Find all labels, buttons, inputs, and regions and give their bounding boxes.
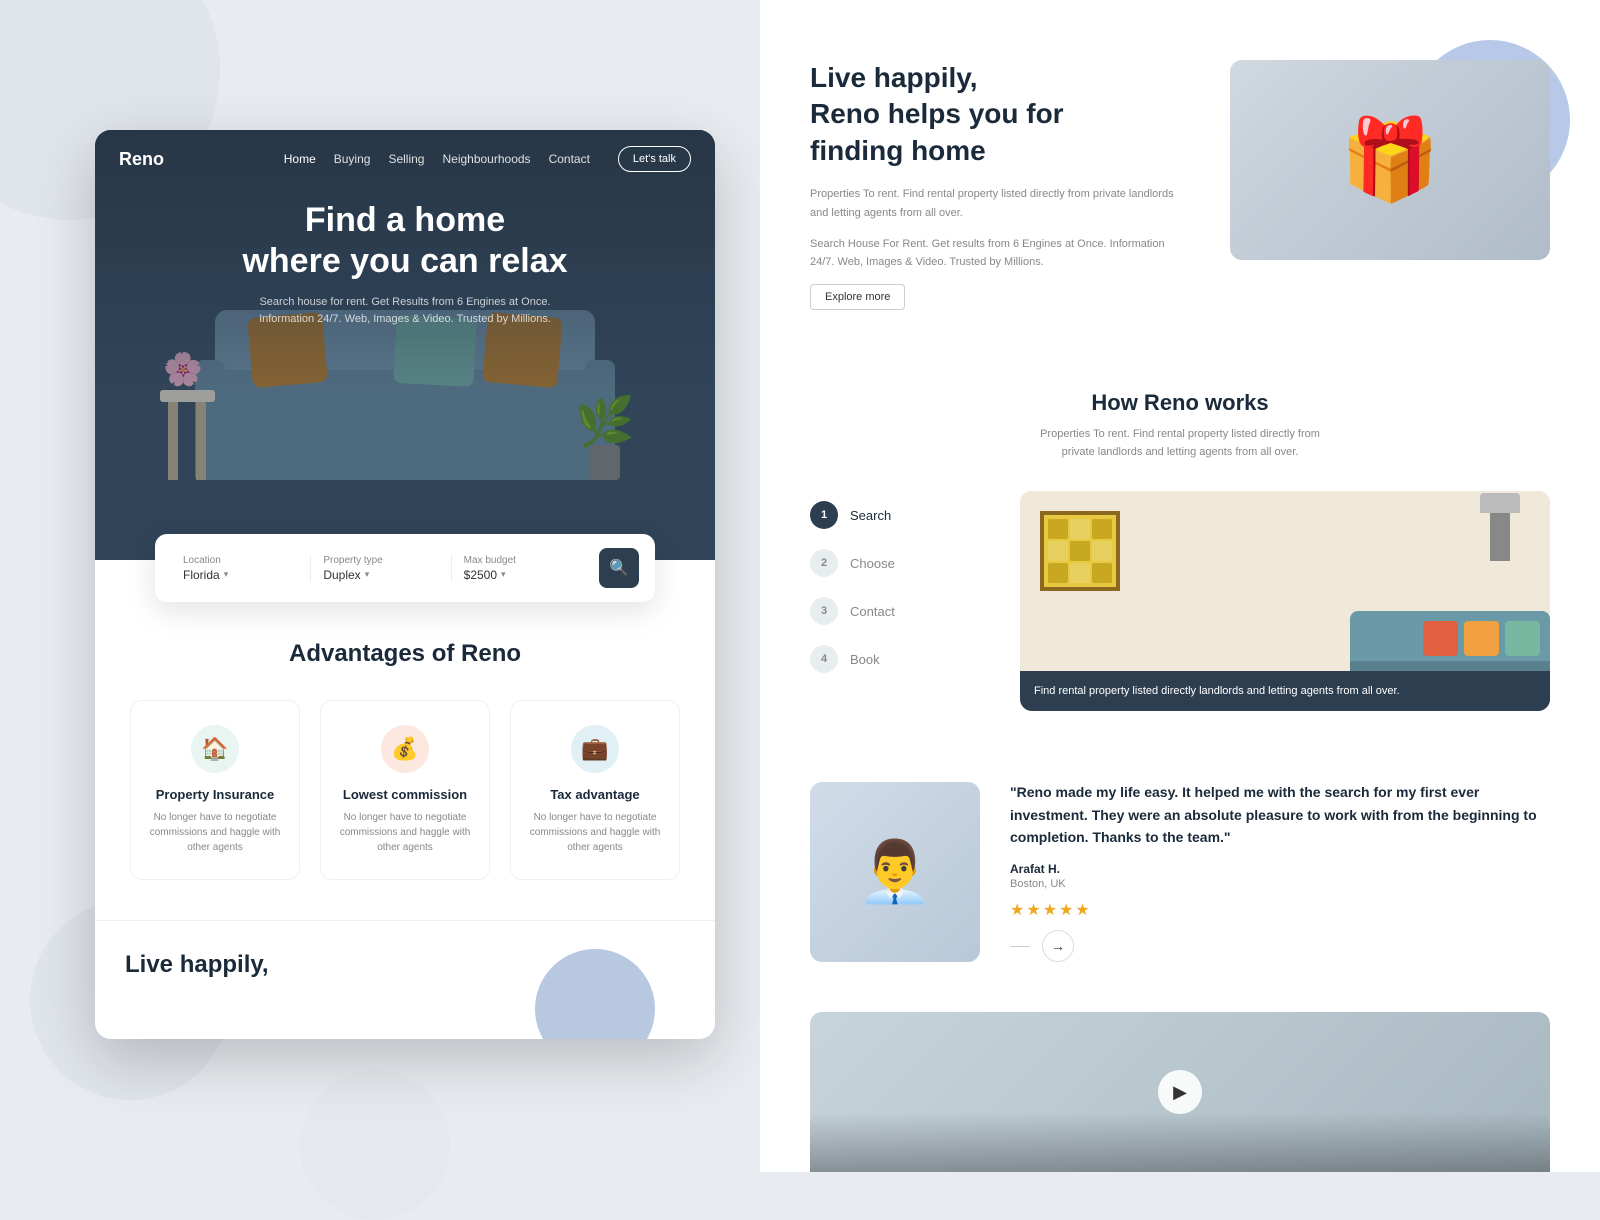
advantage-insurance: 🏠 Property Insurance No longer have to n…	[130, 700, 300, 880]
left-panel: 🌸 Reno Home Buying Selling Neighbourhood…	[95, 130, 715, 1039]
testimonial-nav: →	[1010, 930, 1550, 962]
play-button[interactable]: ▶	[1158, 1070, 1202, 1114]
live-happily-para1: Properties To rent. Find rental property…	[810, 185, 1190, 222]
hero-person-image: 🎁	[1230, 60, 1550, 260]
room-caption: Find rental property listed directly lan…	[1020, 671, 1550, 712]
how-works-section: How Reno works Properties To rent. Find …	[760, 350, 1600, 751]
search-button[interactable]: 🔍	[599, 548, 639, 588]
step-4-num: 4	[810, 645, 838, 673]
live-happily-section: Live happily, Reno helps you for finding…	[760, 0, 1600, 350]
live-happily-title: Live happily, Reno helps you for finding…	[810, 60, 1190, 169]
property-label: Property type	[323, 555, 438, 566]
testimonial-text: "Reno made my life easy. It helped me wi…	[1010, 781, 1550, 962]
nav-neighbourhoods[interactable]: Neighbourhoods	[442, 152, 530, 166]
nav-links: Home Buying Selling Neighbourhoods Conta…	[284, 146, 691, 172]
step-3[interactable]: 3 Contact	[810, 587, 990, 635]
how-works-desc: Properties To rent. Find rental property…	[1030, 426, 1330, 461]
nav-line-divider	[1010, 946, 1030, 947]
bottom-image-section: ▶	[760, 992, 1600, 1172]
property-value[interactable]: Duplex ▾	[323, 568, 438, 582]
property-type-field[interactable]: Property type Duplex ▾	[311, 555, 451, 582]
commission-name: Lowest commission	[337, 787, 473, 802]
advantages-grid: 🏠 Property Insurance No longer have to n…	[125, 700, 685, 880]
step-3-num: 3	[810, 597, 838, 625]
nav-selling[interactable]: Selling	[388, 152, 424, 166]
advantage-tax: 💼 Tax advantage No longer have to negoti…	[510, 700, 680, 880]
testimonial-next-button[interactable]: →	[1042, 930, 1074, 962]
brand-logo: Reno	[119, 149, 164, 170]
explore-more-button[interactable]: Explore more	[810, 284, 905, 310]
advantages-title: Advantages of Reno	[125, 640, 685, 668]
nav-buying[interactable]: Buying	[334, 152, 371, 166]
commission-desc: No longer have to negotiate commissions …	[337, 810, 473, 855]
step-1[interactable]: 1 Search	[810, 491, 990, 539]
how-works-content: 1 Search 2 Choose 3 Contact 4 Book	[810, 491, 1550, 711]
navbar: Reno Home Buying Selling Neighbourhoods …	[95, 130, 715, 188]
how-works-title: How Reno works	[810, 390, 1550, 416]
step-2-label: Choose	[850, 556, 895, 571]
tax-icon: 💼	[571, 725, 619, 773]
lets-talk-button[interactable]: Let's talk	[618, 146, 691, 172]
hero-subtitle: Search house for rent. Get Results from …	[235, 294, 575, 329]
budget-value[interactable]: $2500 ▾	[464, 568, 579, 582]
step-4[interactable]: 4 Book	[810, 635, 990, 683]
testimonial-section: 👨‍💼 "Reno made my life easy. It helped m…	[760, 751, 1600, 992]
hero-image-container: 🎁	[1230, 60, 1550, 260]
hero-title: Find a home where you can relax	[95, 200, 715, 282]
tax-name: Tax advantage	[527, 787, 663, 802]
location-field[interactable]: Location Florida ▾	[171, 555, 311, 582]
budget-chevron-icon: ▾	[501, 569, 506, 580]
step-1-label: Search	[850, 508, 891, 523]
steps-list: 1 Search 2 Choose 3 Contact 4 Book	[810, 491, 990, 683]
hero-section: 🌸 Reno Home Buying Selling Neighbourhood…	[95, 130, 715, 560]
location-value[interactable]: Florida ▾	[183, 568, 298, 582]
testimonial-location: Boston, UK	[1010, 878, 1550, 890]
tax-desc: No longer have to negotiate commissions …	[527, 810, 663, 855]
property-chevron-icon: ▾	[365, 569, 370, 580]
insurance-desc: No longer have to negotiate commissions …	[147, 810, 283, 855]
location-label: Location	[183, 555, 298, 566]
testimonial-stars: ★★★★★	[1010, 900, 1550, 920]
search-bar: Location Florida ▾ Property type Duplex …	[155, 534, 655, 602]
testimonial-person-image: 👨‍💼	[810, 782, 980, 962]
live-happily-para2: Search House For Rent. Get results from …	[810, 235, 1190, 272]
how-works-header: How Reno works Properties To rent. Find …	[810, 390, 1550, 461]
live-happily-text: Live happily, Reno helps you for finding…	[810, 60, 1190, 310]
testimonial-author: Arafat H.	[1010, 862, 1550, 876]
right-panel: Live happily, Reno helps you for finding…	[760, 0, 1600, 1200]
insurance-icon: 🏠	[191, 725, 239, 773]
budget-field[interactable]: Max budget $2500 ▾	[452, 555, 591, 582]
budget-label: Max budget	[464, 555, 579, 566]
room-image: Find rental property listed directly lan…	[1020, 491, 1550, 711]
insurance-name: Property Insurance	[147, 787, 283, 802]
nav-home[interactable]: Home	[284, 152, 316, 166]
bottom-room-image: ▶	[810, 1012, 1550, 1172]
step-2[interactable]: 2 Choose	[810, 539, 990, 587]
step-4-label: Book	[850, 652, 880, 667]
step-1-num: 1	[810, 501, 838, 529]
nav-contact[interactable]: Contact	[549, 152, 590, 166]
search-icon: 🔍	[609, 558, 629, 578]
step-2-num: 2	[810, 549, 838, 577]
location-chevron-icon: ▾	[224, 569, 229, 580]
advantage-commission: 💰 Lowest commission No longer have to ne…	[320, 700, 490, 880]
step-3-label: Contact	[850, 604, 895, 619]
advantages-section: Advantages of Reno 🏠 Property Insurance …	[95, 560, 715, 920]
testimonial-quote: "Reno made my life easy. It helped me wi…	[1010, 781, 1550, 848]
commission-icon: 💰	[381, 725, 429, 773]
live-happily-teaser: Live happily,	[95, 920, 715, 1039]
